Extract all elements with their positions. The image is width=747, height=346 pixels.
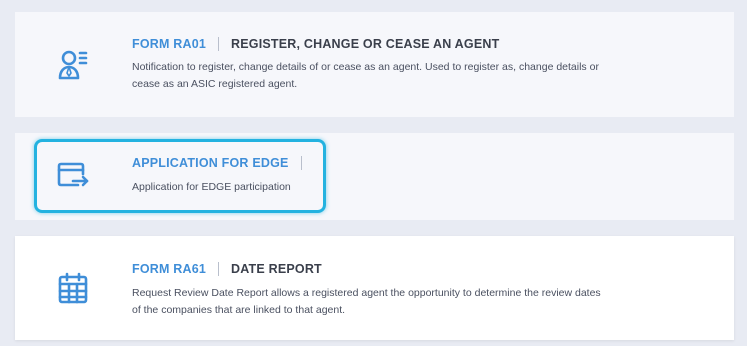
form-code[interactable]: FORM RA61 bbox=[132, 262, 206, 276]
form-name[interactable]: APPLICATION FOR EDGE bbox=[132, 156, 289, 170]
form-card-ra01[interactable]: FORM RA01 REGISTER, CHANGE OR CEASE AN A… bbox=[15, 12, 734, 117]
form-description: Application for EDGE participation bbox=[132, 181, 291, 193]
form-name[interactable]: DATE REPORT bbox=[231, 262, 322, 276]
form-title-row[interactable]: FORM RA61 DATE REPORT bbox=[132, 262, 322, 276]
form-title-row[interactable]: APPLICATION FOR EDGE bbox=[132, 156, 314, 170]
form-description: Request Review Date Report allows a regi… bbox=[132, 287, 601, 316]
form-description: Notification to register, change details… bbox=[132, 61, 599, 90]
title-separator bbox=[218, 37, 220, 51]
title-separator bbox=[300, 156, 302, 170]
calendar-icon bbox=[55, 270, 91, 306]
agent-person-icon bbox=[55, 46, 91, 82]
card-transfer-icon bbox=[55, 157, 91, 193]
form-name[interactable]: REGISTER, CHANGE OR CEASE AN AGENT bbox=[231, 37, 499, 51]
form-card-ra61[interactable]: FORM RA61 DATE REPORT Request Review Dat… bbox=[15, 236, 734, 340]
form-card-edge[interactable]: APPLICATION FOR EDGE Application for EDG… bbox=[15, 133, 734, 220]
title-separator bbox=[218, 262, 220, 276]
form-code[interactable]: FORM RA01 bbox=[132, 37, 206, 51]
form-title-row[interactable]: FORM RA01 REGISTER, CHANGE OR CEASE AN A… bbox=[132, 37, 499, 51]
